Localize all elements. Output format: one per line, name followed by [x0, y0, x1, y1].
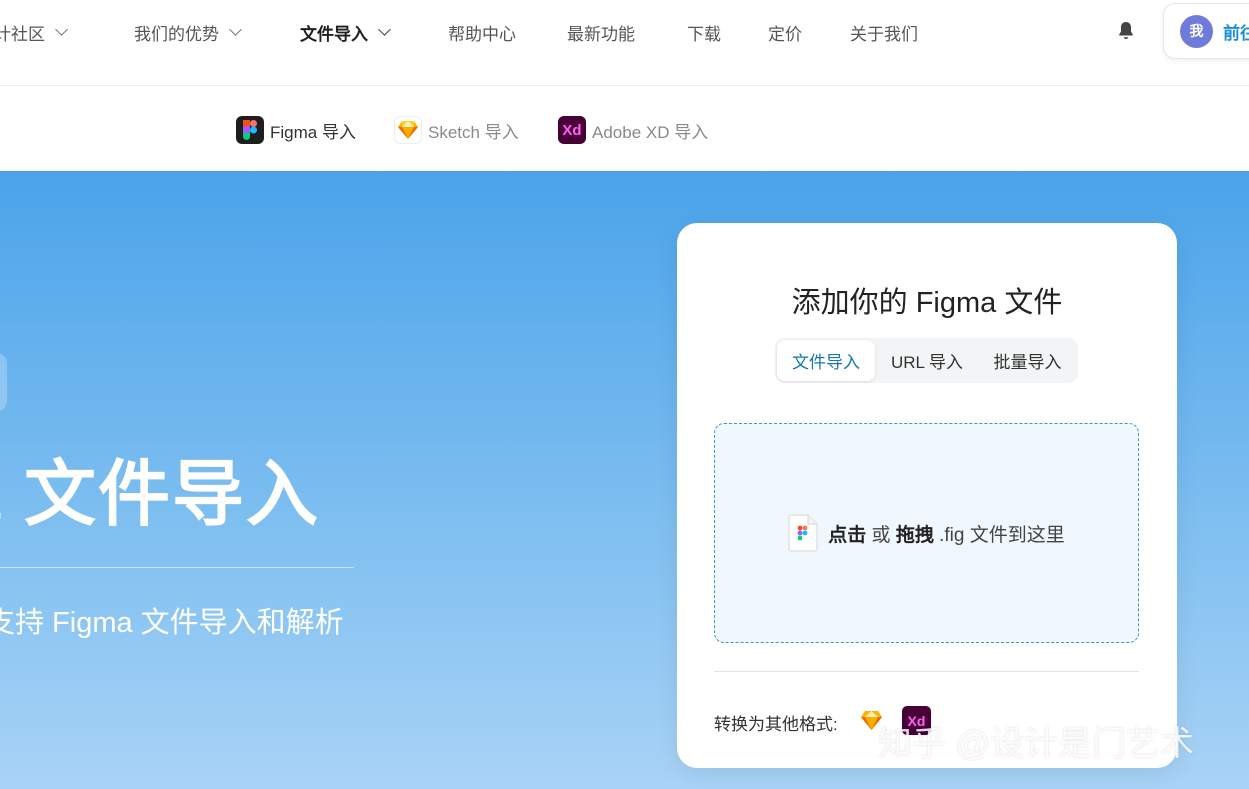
- file-dropzone[interactable]: 点击 或 拖拽 .fig 文件到这里: [714, 423, 1139, 643]
- nav-item-label: 帮助中心: [448, 24, 516, 44]
- nav-item-label: 定价: [768, 24, 802, 44]
- top-nav: 计社区 我们的优势 文件导入 帮助中心 最新功能 下载 定价 关于我们 我 前往: [0, 0, 1249, 86]
- figma-icon: [236, 116, 264, 144]
- hero-section: a 文件导入 支持 Figma 文件导入和解析 添加你的 Figma 文件 文件…: [0, 171, 1249, 789]
- convert-label: 转换为其他格式:: [714, 715, 838, 734]
- subnav-item-label: Adobe XD 导入: [592, 122, 709, 142]
- nav-item-label: 计社区: [0, 24, 45, 44]
- tab-url-import[interactable]: URL 导入: [875, 340, 979, 381]
- nav-item-file-import[interactable]: 文件导入: [300, 20, 391, 44]
- nav-item-download[interactable]: 下载: [687, 20, 721, 44]
- tab-batch-import[interactable]: 批量导入: [979, 340, 1076, 381]
- subnav-item-adobe-xd[interactable]: Xd Adobe XD 导入: [558, 115, 708, 145]
- subnav-item-sketch[interactable]: Sketch 导入: [394, 115, 519, 145]
- xd-icon: Xd: [558, 116, 586, 144]
- hero-subtitle: 支持 Figma 文件导入和解析: [0, 607, 344, 639]
- hero-badge: [0, 353, 7, 411]
- nav-item-label: 最新功能: [567, 24, 635, 44]
- chevron-down-icon: [378, 23, 391, 36]
- nav-item-label: 下载: [687, 24, 721, 44]
- nav-item-label: 我们的优势: [134, 24, 219, 44]
- tab-file-import[interactable]: 文件导入: [777, 340, 875, 381]
- dropzone-suffix: .fig 文件到这里: [939, 524, 1065, 546]
- upload-card-title: 添加你的 Figma 文件: [791, 287, 1063, 319]
- subnav-item-label: Figma 导入: [270, 122, 356, 142]
- nav-item-label: 文件导入: [300, 24, 368, 44]
- nav-item-pricing[interactable]: 定价: [768, 20, 802, 44]
- user-menu[interactable]: 我 前往: [1163, 3, 1249, 59]
- sketch-icon: [394, 116, 422, 144]
- hero-divider: [0, 567, 354, 568]
- chevron-down-icon: [55, 23, 68, 36]
- nav-item-advantages[interactable]: 我们的优势: [134, 20, 242, 44]
- dropzone-or: 或: [871, 524, 891, 546]
- subnav-item-figma[interactable]: Figma 导入: [236, 115, 356, 145]
- hero-title: a 文件导入: [0, 455, 321, 535]
- upload-card: 添加你的 Figma 文件 文件导入 URL 导入 批量导入 点击 或 拖拽 .…: [677, 223, 1177, 768]
- nav-item-design-community[interactable]: 计社区: [0, 20, 68, 44]
- subnav-item-label: Sketch 导入: [428, 122, 519, 142]
- nav-item-new-features[interactable]: 最新功能: [567, 20, 635, 44]
- user-name: 前往: [1223, 23, 1249, 43]
- chevron-down-icon: [229, 23, 242, 36]
- dropzone-drag: 拖拽: [895, 524, 934, 546]
- dropzone-click: 点击: [828, 524, 867, 546]
- import-tabs: 文件导入 URL 导入 批量导入: [775, 338, 1078, 383]
- card-divider: [714, 671, 1139, 672]
- sub-nav: Figma 导入 Sketch 导入 Xd Adobe XD 导入: [0, 87, 1249, 171]
- nav-item-about-us[interactable]: 关于我们: [850, 20, 918, 44]
- avatar: 我: [1180, 14, 1213, 48]
- bell-icon[interactable]: [1114, 19, 1138, 43]
- nav-item-label: 关于我们: [850, 24, 918, 44]
- fig-file-icon: [788, 514, 818, 552]
- nav-item-help-center[interactable]: 帮助中心: [448, 20, 516, 44]
- watermark: 知乎 @设计是门艺术: [878, 725, 1194, 763]
- dropzone-text: 点击 或 拖拽 .fig 文件到这里: [828, 520, 1065, 547]
